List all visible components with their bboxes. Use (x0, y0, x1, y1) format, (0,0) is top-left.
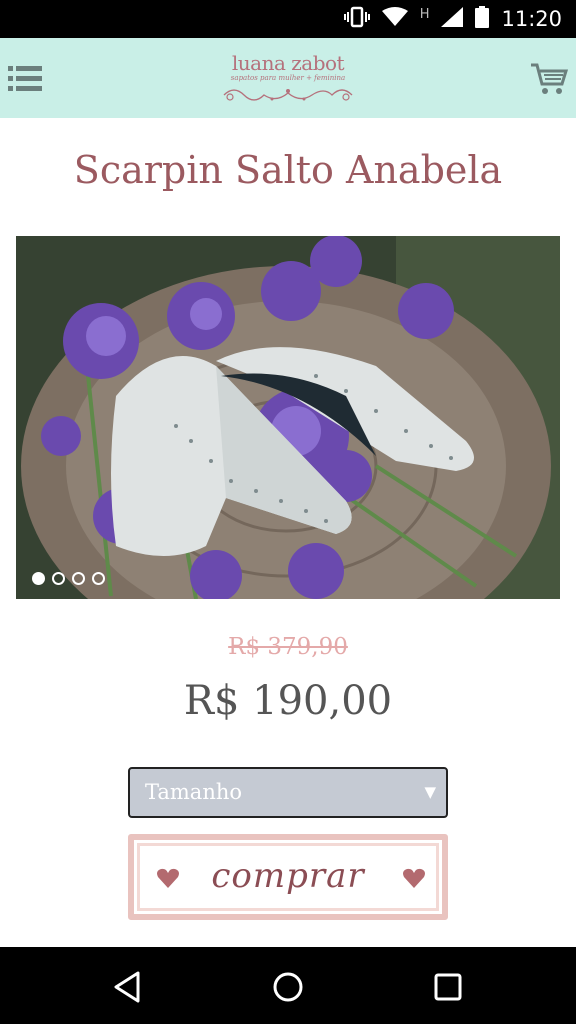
menu-icon (8, 66, 42, 91)
carousel-dot-2[interactable] (52, 572, 65, 585)
logo-ornament (223, 89, 353, 101)
wifi-icon (381, 7, 408, 31)
back-button[interactable] (108, 967, 148, 1007)
heart-icon (403, 868, 425, 888)
carousel-dot-1[interactable] (32, 572, 45, 585)
buy-button[interactable]: comprar (128, 834, 448, 920)
carousel-dots (32, 572, 105, 585)
home-icon (273, 972, 303, 1002)
cart-icon (531, 63, 569, 94)
cart-button[interactable] (530, 62, 569, 96)
recents-button[interactable] (428, 967, 468, 1007)
brand-tagline: sapatos para mulher + feminina (230, 74, 346, 82)
app-header: luana zabot sapatos para mulher + femini… (0, 38, 576, 118)
product-image-carousel[interactable] (16, 236, 560, 599)
carousel-dot-3[interactable] (72, 572, 85, 585)
sale-price: R$ 190,00 (183, 678, 393, 724)
cell-signal-icon (441, 7, 464, 31)
status-bar: H 11:20 (0, 0, 576, 38)
home-button[interactable] (268, 967, 308, 1007)
size-select[interactable]: Tamanho ▼ (128, 767, 448, 818)
dropdown-caret-icon: ▼ (424, 783, 436, 801)
menu-button[interactable] (8, 66, 42, 92)
brand-logo[interactable]: luana zabot sapatos para mulher + femini… (218, 48, 358, 110)
battery-icon (475, 6, 490, 32)
network-type-label: H (419, 6, 430, 22)
recents-icon (434, 973, 462, 1001)
clock: 11:20 (501, 7, 562, 31)
product-photo (16, 236, 560, 599)
size-select-value: Tamanho (145, 780, 243, 804)
system-nav-bar (0, 947, 576, 1024)
carousel-dot-4[interactable] (92, 572, 105, 585)
back-icon (114, 971, 140, 1003)
product-title: Scarpin Salto Anabela (73, 148, 503, 192)
brand-name: luana zabot (231, 51, 345, 75)
vibrate-icon (343, 6, 370, 32)
original-price: R$ 379,90 (228, 634, 348, 660)
buy-button-label: comprar (211, 856, 365, 896)
